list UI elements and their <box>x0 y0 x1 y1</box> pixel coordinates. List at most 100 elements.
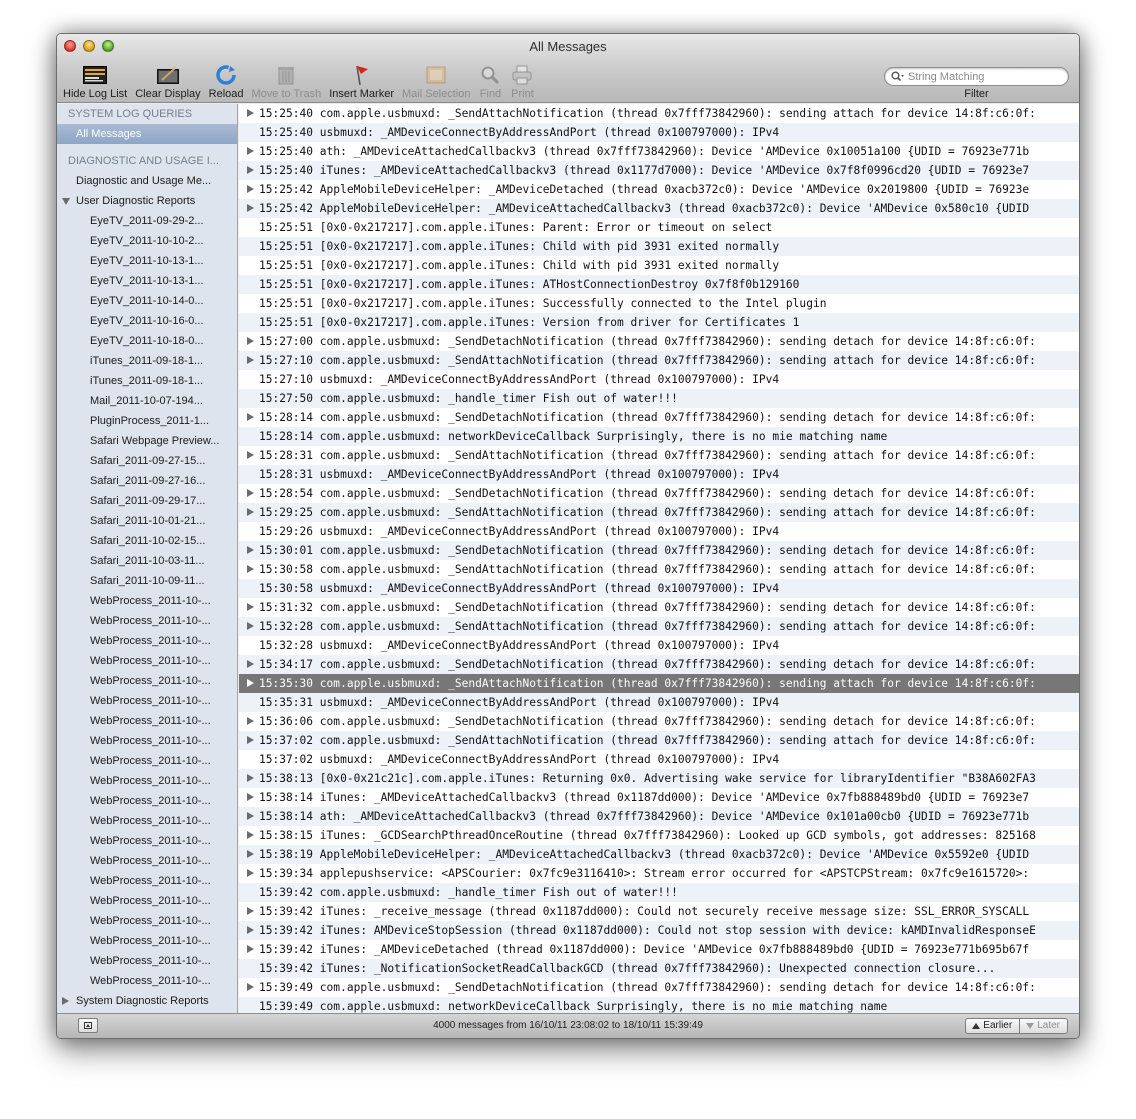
log-row[interactable]: 15:29:25 com.apple.usbmuxd: _SendAttachN… <box>239 503 1079 522</box>
log-row[interactable]: 15:27:10 usbmuxd: _AMDeviceConnectByAddr… <box>239 370 1079 389</box>
insert-marker-button[interactable]: Insert Marker <box>329 64 394 100</box>
disclosure-triangle-icon[interactable] <box>247 926 254 934</box>
disclosure-triangle-icon[interactable] <box>247 717 254 725</box>
log-row[interactable]: 15:39:49 com.apple.usbmuxd: _SendDetachN… <box>239 978 1079 997</box>
log-row[interactable]: 15:39:34 applepushservice: <APSCourier: … <box>239 864 1079 883</box>
sidebar-item-report[interactable]: Safari_2011-09-29-17... <box>57 491 237 511</box>
log-row[interactable]: 15:38:13 [0x0-0x21c21c].com.apple.iTunes… <box>239 769 1079 788</box>
sidebar-item-report[interactable]: WebProcess_2011-10-... <box>57 691 237 711</box>
log-row[interactable]: 15:38:14 ath: _AMDeviceAttachedCallbackv… <box>239 807 1079 826</box>
log-row[interactable]: 15:38:14 iTunes: _AMDeviceAttachedCallba… <box>239 788 1079 807</box>
hide-log-list-button[interactable]: Hide Log List <box>63 64 127 100</box>
log-row[interactable]: 15:30:58 com.apple.usbmuxd: _SendAttachN… <box>239 560 1079 579</box>
log-row[interactable]: 15:32:28 com.apple.usbmuxd: _SendAttachN… <box>239 617 1079 636</box>
reload-button[interactable]: Reload <box>209 64 244 100</box>
disclosure-triangle-icon[interactable] <box>247 736 254 744</box>
log-row[interactable]: 15:25:40 com.apple.usbmuxd: _SendAttachN… <box>239 104 1079 123</box>
disclosure-triangle-icon[interactable] <box>247 793 254 801</box>
sidebar-item-report[interactable]: WebProcess_2011-10-... <box>57 771 237 791</box>
disclosure-triangle-icon[interactable] <box>247 413 254 421</box>
log-row[interactable]: 15:27:00 com.apple.usbmuxd: _SendDetachN… <box>239 332 1079 351</box>
disclosure-triangle-icon[interactable] <box>247 774 254 782</box>
mail-selection-button[interactable]: Mail Selection <box>402 64 470 100</box>
log-row[interactable]: 15:25:51 [0x0-0x217217].com.apple.iTunes… <box>239 275 1079 294</box>
clear-display-button[interactable]: Clear Display <box>135 64 201 100</box>
log-row[interactable]: 15:25:40 iTunes: _AMDeviceAttachedCallba… <box>239 161 1079 180</box>
sidebar-item-report[interactable]: WebProcess_2011-10-... <box>57 671 237 691</box>
disclosure-triangle-icon[interactable] <box>247 109 254 117</box>
sidebar-item-report[interactable]: EyeTV_2011-10-13-1... <box>57 271 237 291</box>
log-row[interactable]: 15:27:10 com.apple.usbmuxd: _SendAttachN… <box>239 351 1079 370</box>
sidebar-item-report[interactable]: WebProcess_2011-10-... <box>57 791 237 811</box>
log-row[interactable]: 15:32:28 usbmuxd: _AMDeviceConnectByAddr… <box>239 636 1079 655</box>
sidebar-item-report[interactable]: WebProcess_2011-10-... <box>57 811 237 831</box>
log-row[interactable]: 15:30:58 usbmuxd: _AMDeviceConnectByAddr… <box>239 579 1079 598</box>
sidebar-item-report[interactable]: WebProcess_2011-10-... <box>57 631 237 651</box>
log-row[interactable]: 15:34:17 com.apple.usbmuxd: _SendDetachN… <box>239 655 1079 674</box>
disclosure-triangle-icon[interactable] <box>247 660 254 668</box>
log-row[interactable]: 15:28:31 com.apple.usbmuxd: _SendAttachN… <box>239 446 1079 465</box>
sidebar-item-report[interactable]: WebProcess_2011-10-... <box>57 851 237 871</box>
log-row[interactable]: 15:25:40 ath: _AMDeviceAttachedCallbackv… <box>239 142 1079 161</box>
sidebar-item-report[interactable]: Safari_2011-10-03-11... <box>57 551 237 571</box>
log-row[interactable]: 15:39:49 com.apple.usbmuxd: networkDevic… <box>239 997 1079 1014</box>
log-row[interactable]: 15:39:42 iTunes: _receive_message (threa… <box>239 902 1079 921</box>
sidebar-item-report[interactable]: Mail_2011-10-07-194... <box>57 391 237 411</box>
sidebar-item-report[interactable]: PluginProcess_2011-1... <box>57 411 237 431</box>
sidebar-item-report[interactable]: iTunes_2011-09-18-1... <box>57 351 237 371</box>
log-row[interactable]: 15:28:31 usbmuxd: _AMDeviceConnectByAddr… <box>239 465 1079 484</box>
log-messages-view[interactable]: 15:25:40 com.apple.usbmuxd: _SendAttachN… <box>239 104 1079 1014</box>
log-row[interactable]: 15:25:42 AppleMobileDeviceHelper: _AMDev… <box>239 199 1079 218</box>
sidebar-item-report[interactable]: EyeTV_2011-10-13-1... <box>57 251 237 271</box>
disclosure-triangle-icon[interactable] <box>247 565 254 573</box>
disclosure-triangle-icon[interactable] <box>247 812 254 820</box>
log-row[interactable]: 15:39:42 iTunes: _NotificationSocketRead… <box>239 959 1079 978</box>
earlier-button[interactable]: Earlier <box>966 1019 1021 1033</box>
disclosure-triangle-icon[interactable] <box>247 907 254 915</box>
sidebar-item-report[interactable]: WebProcess_2011-10-... <box>57 611 237 631</box>
sidebar-item-report[interactable]: WebProcess_2011-10-... <box>57 871 237 891</box>
log-row[interactable]: 15:25:51 [0x0-0x217217].com.apple.iTunes… <box>239 294 1079 313</box>
sidebar-item-report[interactable]: WebProcess_2011-10-... <box>57 931 237 951</box>
disclosure-open-icon[interactable] <box>62 198 70 205</box>
sidebar-item-report[interactable]: WebProcess_2011-10-... <box>57 751 237 771</box>
sidebar-item-report[interactable]: EyeTV_2011-09-29-2... <box>57 211 237 231</box>
sidebar-item-report[interactable]: Safari_2011-10-02-15... <box>57 531 237 551</box>
sidebar-item-report[interactable]: EyeTV_2011-10-10-2... <box>57 231 237 251</box>
move-to-trash-button[interactable]: Move to Trash <box>252 64 321 100</box>
log-row[interactable]: 15:31:32 com.apple.usbmuxd: _SendDetachN… <box>239 598 1079 617</box>
disclosure-triangle-icon[interactable] <box>247 945 254 953</box>
disclosure-closed-icon[interactable] <box>62 997 69 1005</box>
sidebar-item-report[interactable]: WebProcess_2011-10-... <box>57 911 237 931</box>
disclosure-triangle-icon[interactable] <box>247 451 254 459</box>
sidebar-item-report[interactable]: Safari_2011-10-09-11... <box>57 571 237 591</box>
log-row[interactable]: 15:30:01 com.apple.usbmuxd: _SendDetachN… <box>239 541 1079 560</box>
log-row[interactable]: 15:29:26 usbmuxd: _AMDeviceConnectByAddr… <box>239 522 1079 541</box>
disclosure-triangle-icon[interactable] <box>247 508 254 516</box>
log-row[interactable]: 15:25:51 [0x0-0x217217].com.apple.iTunes… <box>239 218 1079 237</box>
disclosure-triangle-icon[interactable] <box>247 546 254 554</box>
disclosure-triangle-icon[interactable] <box>247 983 254 991</box>
log-row[interactable]: 15:28:14 com.apple.usbmuxd: _SendDetachN… <box>239 408 1079 427</box>
sidebar-item-system-diagnostic-reports[interactable]: System Diagnostic Reports <box>57 991 237 1011</box>
log-row[interactable]: 15:25:42 AppleMobileDeviceHelper: _AMDev… <box>239 180 1079 199</box>
log-row[interactable]: 15:25:51 [0x0-0x217217].com.apple.iTunes… <box>239 256 1079 275</box>
disclosure-triangle-icon[interactable] <box>247 204 254 212</box>
sidebar-item-report[interactable]: WebProcess_2011-10-... <box>57 591 237 611</box>
sidebar-item-report[interactable]: WebProcess_2011-10-... <box>57 831 237 851</box>
sidebar-item-report[interactable]: WebProcess_2011-10-... <box>57 651 237 671</box>
sidebar-item-report[interactable]: Safari_2011-10-01-21... <box>57 511 237 531</box>
log-row[interactable]: 15:35:30 com.apple.usbmuxd: _SendAttachN… <box>239 674 1079 693</box>
disclosure-triangle-icon[interactable] <box>247 337 254 345</box>
disclosure-triangle-icon[interactable] <box>247 869 254 877</box>
later-button[interactable]: Later <box>1020 1019 1067 1033</box>
sidebar-item-report[interactable]: Safari_2011-09-27-16... <box>57 471 237 491</box>
disclosure-triangle-icon[interactable] <box>247 679 254 687</box>
sidebar-item-report[interactable]: EyeTV_2011-10-18-0... <box>57 331 237 351</box>
sidebar-item-report[interactable]: Safari Webpage Preview... <box>57 431 237 451</box>
log-row[interactable]: 15:28:14 com.apple.usbmuxd: networkDevic… <box>239 427 1079 446</box>
log-row[interactable]: 15:37:02 com.apple.usbmuxd: _SendAttachN… <box>239 731 1079 750</box>
log-row[interactable]: 15:36:06 com.apple.usbmuxd: _SendDetachN… <box>239 712 1079 731</box>
log-row[interactable]: 15:28:54 com.apple.usbmuxd: _SendDetachN… <box>239 484 1079 503</box>
disclosure-triangle-icon[interactable] <box>247 166 254 174</box>
